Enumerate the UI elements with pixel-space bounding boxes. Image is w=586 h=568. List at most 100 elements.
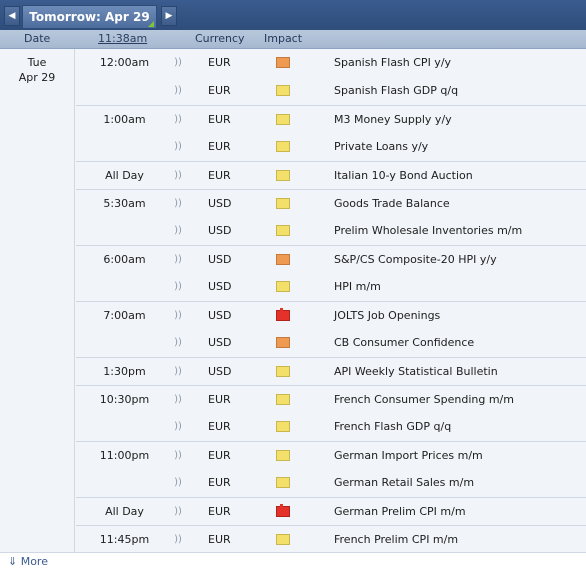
- sound-alert-icon[interactable]: )): [172, 469, 184, 497]
- event-title[interactable]: Spanish Flash CPI y/y: [334, 49, 451, 77]
- sound-alert-icon[interactable]: )): [172, 77, 184, 105]
- event-row[interactable]: )) USD Prelim Wholesale Inventories m/m: [76, 217, 586, 245]
- event-row[interactable]: )) EUR Spanish Flash GDP q/q: [76, 77, 586, 105]
- impact-folder-icon: [276, 198, 290, 209]
- event-title[interactable]: API Weekly Statistical Bulletin: [334, 358, 498, 386]
- sound-alert-icon[interactable]: )): [172, 386, 184, 414]
- event-title[interactable]: French Consumer Spending m/m: [334, 386, 514, 414]
- event-time: 12:00am: [99, 56, 150, 69]
- event-currency: USD: [208, 224, 232, 237]
- event-title[interactable]: French Prelim CPI m/m: [334, 526, 458, 554]
- event-title[interactable]: Italian 10-y Bond Auction: [334, 162, 473, 190]
- header-time-link[interactable]: 11:38am: [98, 30, 147, 48]
- chevron-right-icon: ▶: [165, 11, 173, 21]
- sound-alert-icon[interactable]: )): [172, 190, 184, 218]
- impact-folder-icon: [276, 170, 290, 181]
- impact-folder-icon: [276, 254, 290, 265]
- day-date: Apr 29: [18, 71, 56, 84]
- event-title[interactable]: Goods Trade Balance: [334, 190, 450, 218]
- more-link[interactable]: ⇓ More: [8, 555, 48, 568]
- event-row[interactable]: 7:00am)) USD JOLTS Job Openings: [76, 301, 586, 330]
- sound-alert-icon[interactable]: )): [172, 246, 184, 274]
- event-title[interactable]: German Retail Sales m/m: [334, 469, 474, 497]
- impact-folder-icon: [276, 477, 290, 488]
- sound-alert-icon[interactable]: )): [172, 526, 184, 554]
- event-row[interactable]: 11:00pm)) EUR German Import Prices m/m: [76, 441, 586, 470]
- sound-alert-icon[interactable]: )): [172, 106, 184, 134]
- impact-folder-icon: [276, 450, 290, 461]
- sound-alert-icon[interactable]: )): [172, 302, 184, 330]
- event-title[interactable]: JOLTS Job Openings: [334, 302, 440, 330]
- impact-folder-icon: [276, 85, 290, 96]
- event-currency: EUR: [208, 505, 231, 518]
- current-day-tab[interactable]: Tomorrow: Apr 29: [22, 5, 157, 28]
- impact-folder-icon: [276, 394, 290, 405]
- sound-alert-icon[interactable]: )): [172, 413, 184, 441]
- impact-folder-icon: [276, 114, 290, 125]
- event-title[interactable]: CB Consumer Confidence: [334, 329, 474, 357]
- calendar-top-bar: ◀ Tomorrow: Apr 29 ▶: [0, 0, 586, 31]
- sound-alert-icon[interactable]: )): [172, 133, 184, 161]
- header-impact: Impact: [264, 32, 303, 45]
- event-time: 1:30pm: [103, 365, 146, 378]
- event-row[interactable]: 1:30pm)) USD API Weekly Statistical Bullet…: [76, 357, 586, 386]
- event-time: 1:00am: [103, 113, 146, 126]
- event-row[interactable]: )) EUR French Flash GDP q/q: [76, 413, 586, 441]
- event-row[interactable]: 12:00am)) EUR Spanish Flash CPI y/y: [76, 49, 586, 77]
- event-currency: EUR: [208, 169, 231, 182]
- event-currency: EUR: [208, 393, 231, 406]
- event-currency: EUR: [208, 140, 231, 153]
- impact-folder-icon: [276, 225, 290, 236]
- event-currency: EUR: [208, 420, 231, 433]
- event-row[interactable]: )) USD CB Consumer Confidence: [76, 329, 586, 357]
- table-header: Date 11:38am Currency Impact: [0, 30, 586, 49]
- event-row[interactable]: )) USD HPI m/m: [76, 273, 586, 301]
- event-currency: EUR: [208, 476, 231, 489]
- event-currency: USD: [208, 336, 232, 349]
- footer: ⇓ More: [0, 552, 586, 568]
- event-title[interactable]: German Import Prices m/m: [334, 442, 483, 470]
- event-title[interactable]: Prelim Wholesale Inventories m/m: [334, 217, 522, 245]
- sound-alert-icon[interactable]: )): [172, 217, 184, 245]
- event-title[interactable]: German Prelim CPI m/m: [334, 498, 466, 526]
- sound-alert-icon[interactable]: )): [172, 442, 184, 470]
- event-currency: USD: [208, 197, 232, 210]
- sound-alert-icon[interactable]: )): [172, 162, 184, 190]
- next-day-button[interactable]: ▶: [161, 6, 177, 26]
- impact-folder-icon: [276, 281, 290, 292]
- event-currency: EUR: [208, 84, 231, 97]
- event-row[interactable]: )) EUR German Retail Sales m/m: [76, 469, 586, 497]
- event-currency: EUR: [208, 533, 231, 546]
- event-title[interactable]: French Flash GDP q/q: [334, 413, 451, 441]
- event-currency: EUR: [208, 56, 231, 69]
- event-time: 10:30pm: [99, 393, 150, 406]
- event-title[interactable]: HPI m/m: [334, 273, 381, 301]
- event-time: 11:00pm: [99, 449, 150, 462]
- event-row[interactable]: 11:45pm)) EUR French Prelim CPI m/m: [76, 525, 586, 554]
- header-date: Date: [24, 32, 51, 45]
- event-row[interactable]: All Day)) EUR German Prelim CPI m/m: [76, 497, 586, 526]
- previous-day-button[interactable]: ◀: [4, 6, 20, 26]
- event-title[interactable]: Private Loans y/y: [334, 133, 428, 161]
- event-row[interactable]: 1:00am)) EUR M3 Money Supply y/y: [76, 105, 586, 134]
- event-row[interactable]: All Day)) EUR Italian 10-y Bond Auction: [76, 161, 586, 190]
- event-title[interactable]: S&P/CS Composite-20 HPI y/y: [334, 246, 497, 274]
- event-row[interactable]: 5:30am)) USD Goods Trade Balance: [76, 189, 586, 218]
- event-title[interactable]: M3 Money Supply y/y: [334, 106, 452, 134]
- event-row[interactable]: 10:30pm)) EUR French Consumer Spending m/m: [76, 385, 586, 414]
- impact-folder-icon: [276, 308, 290, 321]
- sound-alert-icon[interactable]: )): [172, 329, 184, 357]
- impact-folder-icon: [276, 141, 290, 152]
- sound-alert-icon[interactable]: )): [172, 49, 184, 77]
- event-title[interactable]: Spanish Flash GDP q/q: [334, 77, 458, 105]
- day-weekday: Tue: [27, 56, 47, 69]
- sound-alert-icon[interactable]: )): [172, 498, 184, 526]
- event-time: All Day: [105, 505, 144, 518]
- impact-folder-icon: [276, 366, 290, 377]
- event-row[interactable]: )) EUR Private Loans y/y: [76, 133, 586, 161]
- event-row[interactable]: 6:00am)) USD S&P/CS Composite-20 HPI y/y: [76, 245, 586, 274]
- sound-alert-icon[interactable]: )): [172, 273, 184, 301]
- event-time: 7:00am: [103, 309, 146, 322]
- impact-folder-icon: [276, 421, 290, 432]
- sound-alert-icon[interactable]: )): [172, 358, 184, 386]
